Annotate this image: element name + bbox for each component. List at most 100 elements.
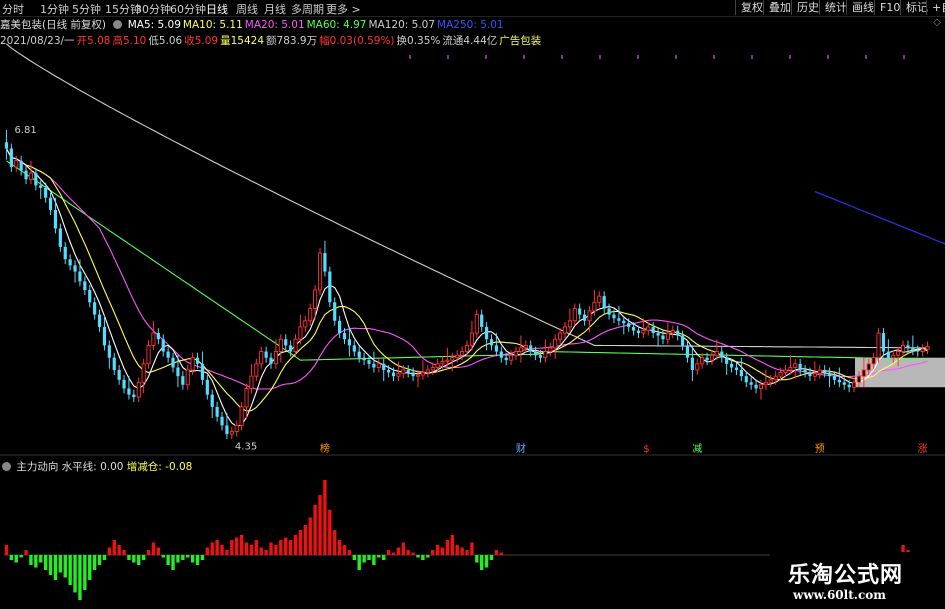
candle-body — [78, 271, 82, 282]
candle-body — [622, 320, 626, 324]
candle-body — [494, 345, 498, 352]
indicator-bar — [470, 542, 474, 555]
candle-body — [631, 326, 636, 331]
candle-body — [538, 355, 543, 358]
candle-body — [823, 370, 827, 373]
candle-body — [450, 357, 455, 361]
indicator-bar — [347, 550, 352, 555]
event-marker: 榜 — [320, 442, 330, 455]
indicator-bar — [210, 542, 214, 555]
candle-body — [705, 357, 709, 361]
indicator-bar — [440, 547, 445, 555]
indicator-bar — [43, 555, 48, 570]
indicator-bar — [406, 550, 410, 555]
candle-body — [847, 384, 851, 388]
candle-body — [578, 308, 582, 315]
candle-body — [832, 376, 837, 380]
candle-body — [558, 332, 563, 340]
indicator-bar — [254, 540, 259, 555]
indicator-bar — [205, 547, 210, 555]
candle-body — [641, 330, 646, 334]
indicator-bar — [127, 555, 131, 560]
candle-body — [567, 320, 572, 328]
indicator-bar — [97, 555, 102, 565]
indicator-bar — [200, 555, 205, 560]
indicator-bar — [230, 540, 234, 555]
indicator-bar — [323, 480, 327, 555]
indicator-bar — [499, 552, 503, 555]
price-chart[interactable]: 6.814.354.76 - 5.00榜财$减预涨 — [0, 0, 945, 609]
candle-body — [582, 314, 587, 321]
indicator-bar — [460, 547, 464, 555]
ma5-line — [5, 148, 928, 428]
watermark-title: 乐淘公式网 — [788, 563, 904, 588]
indicator-bar — [161, 555, 165, 558]
candle-body — [166, 351, 170, 358]
candle-body — [480, 314, 484, 327]
candle-body — [284, 339, 288, 346]
candle-body — [44, 187, 48, 198]
indicator-bar — [313, 505, 317, 555]
candle-body — [122, 379, 126, 389]
candle-body — [763, 381, 768, 386]
candle-body — [788, 367, 793, 371]
indicator-bar — [357, 555, 361, 570]
candle-body — [617, 318, 621, 321]
event-marker: 减 — [692, 443, 702, 455]
candle-body — [587, 310, 592, 322]
indicator-bar — [445, 540, 450, 555]
candle-body — [661, 335, 665, 340]
indicator-bar — [494, 550, 499, 555]
candle-body — [136, 381, 141, 398]
settings-icon[interactable] — [2, 462, 11, 471]
price-annotation: 4.35 — [235, 442, 257, 453]
candle-body — [48, 197, 53, 210]
candle-body — [19, 160, 23, 171]
candle-body — [112, 357, 116, 370]
candle-body — [464, 344, 470, 352]
indicator-bar — [298, 530, 303, 555]
candle-body — [778, 372, 783, 377]
candle-body — [533, 351, 538, 356]
indicator-bar — [396, 547, 401, 555]
candle-body — [636, 330, 641, 334]
indicator-bar — [78, 555, 82, 600]
candle-body — [171, 357, 175, 368]
candle-body — [803, 370, 807, 373]
candle-body — [460, 351, 465, 356]
candle-body — [387, 370, 391, 373]
indicator-legend: 主力动向 水平线: 0.00 增减仓: -0.08 — [0, 459, 192, 473]
candle-body — [744, 376, 748, 383]
indicator-bar — [333, 530, 337, 555]
candle-body — [695, 363, 700, 371]
candle-body — [916, 350, 920, 352]
candle-body — [401, 369, 406, 375]
indicator-bar — [156, 547, 161, 555]
indicator-bar — [132, 555, 136, 563]
indicator-bar — [63, 555, 67, 578]
candle-body — [739, 370, 743, 377]
candle-body — [680, 335, 685, 346]
candle-body — [773, 375, 778, 381]
candle-body — [293, 338, 298, 352]
candle-body — [328, 271, 332, 303]
candle-body — [553, 338, 558, 349]
candle-body — [685, 345, 690, 358]
event-marker: 涨 — [918, 443, 928, 455]
candle-body — [68, 259, 72, 266]
indicator-bar — [235, 537, 239, 555]
candle-body — [102, 326, 107, 346]
candle-body — [709, 354, 715, 361]
candle-body — [117, 370, 121, 380]
indicator-bar — [146, 550, 151, 555]
candle-body — [146, 344, 151, 365]
candle-body — [812, 373, 817, 377]
indicator-name[interactable]: 主力动向 — [16, 461, 58, 473]
candle-body — [543, 351, 548, 359]
candle-body — [896, 351, 901, 356]
indicator-bar — [190, 555, 195, 563]
candle-body — [190, 357, 195, 371]
candle-body — [278, 338, 283, 352]
candle-body — [141, 363, 146, 383]
candle-body — [249, 375, 254, 389]
